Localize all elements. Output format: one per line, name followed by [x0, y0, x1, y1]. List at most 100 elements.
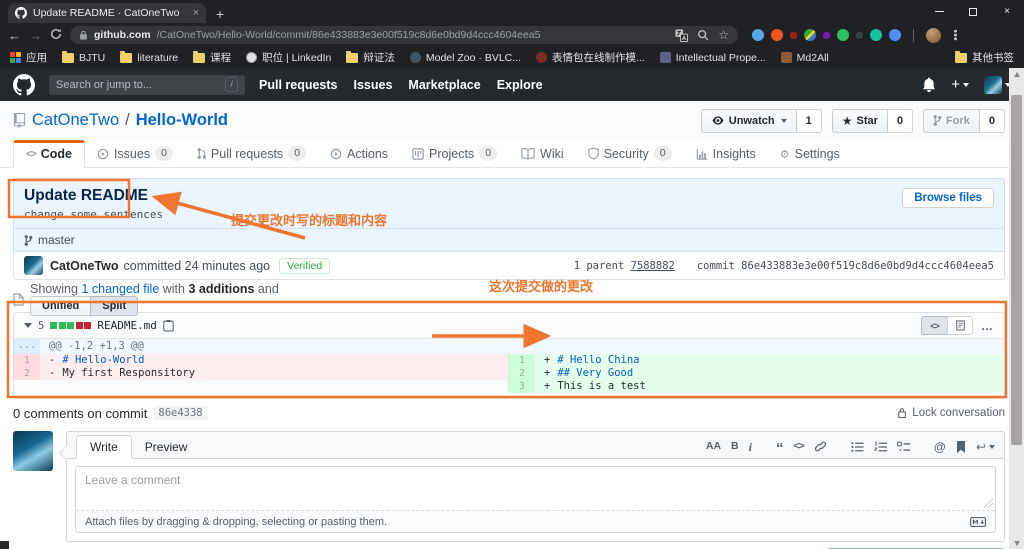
repo-name-link[interactable]: Hello-World [136, 111, 228, 130]
reload-icon[interactable] [50, 28, 62, 42]
bulleted-list-icon[interactable] [851, 441, 864, 453]
create-new-dropdown[interactable]: + [951, 77, 969, 92]
window-minimize-icon[interactable] [922, 0, 956, 23]
tab-preview[interactable]: Preview [132, 436, 201, 458]
fork-button[interactable]: Fork [923, 109, 980, 133]
tab-security[interactable]: Security0 [576, 140, 684, 167]
unwatch-button[interactable]: Unwatch [701, 109, 797, 133]
rich-diff-button[interactable] [947, 316, 973, 335]
parent-sha-link[interactable]: 7588882 [631, 260, 675, 272]
changed-file-link[interactable]: 1 changed file [81, 282, 159, 296]
new-tab-button[interactable]: + [216, 7, 224, 21]
tab-close-icon[interactable]: × [193, 7, 199, 19]
zoom-search-icon[interactable] [697, 29, 709, 41]
comment-textarea[interactable]: Leave a comment [76, 467, 995, 511]
deleted-line[interactable]: 1 -# Hello-World [14, 354, 508, 367]
italic-icon[interactable]: i [749, 441, 752, 453]
extension-icon[interactable] [804, 29, 816, 41]
added-line[interactable]: 2 +## Very Good [509, 367, 1004, 380]
link-icon[interactable] [814, 440, 827, 453]
scroll-up-icon[interactable] [1009, 68, 1024, 80]
bookmark-item[interactable]: 表情包在线制作模... [536, 50, 645, 65]
back-icon[interactable]: ← [8, 29, 21, 42]
scrollbar-thumb[interactable] [1011, 95, 1022, 445]
task-list-icon[interactable] [897, 441, 910, 453]
window-maximize-icon[interactable] [956, 0, 990, 23]
bookmark-item[interactable]: literature [120, 52, 178, 64]
tab-code[interactable]: <> Code [13, 140, 85, 168]
star-button[interactable]: ★ Star [832, 109, 888, 133]
star-count[interactable]: 0 [888, 109, 913, 133]
added-line[interactable]: 1 +# Hello China [509, 354, 1004, 367]
watch-count[interactable]: 1 [797, 109, 822, 133]
extension-icon[interactable] [856, 32, 863, 39]
translate-icon[interactable] [675, 29, 688, 42]
browse-files-button[interactable]: Browse files [902, 188, 994, 208]
verified-badge[interactable]: Verified [279, 258, 330, 274]
extension-icon[interactable] [889, 29, 901, 41]
numbered-list-icon[interactable] [874, 441, 887, 453]
tab-settings[interactable]: ⚙ Settings [768, 141, 852, 167]
attach-files-bar[interactable]: Attach files by dragging & dropping, sel… [76, 511, 995, 532]
fork-count[interactable]: 0 [980, 109, 1005, 133]
diff-options-kebab-icon[interactable]: … [981, 319, 994, 333]
extension-icon[interactable] [837, 29, 849, 41]
window-close-icon[interactable]: × [990, 0, 1024, 23]
bookmark-item[interactable]: Intellectual Prope... [660, 52, 766, 64]
branch-name[interactable]: master [38, 233, 75, 247]
bookmark-item[interactable]: BJTU [62, 52, 105, 64]
bookmark-apps[interactable]: 应用 [10, 50, 47, 65]
page-scrollbar[interactable] [1009, 68, 1024, 549]
bookmark-item[interactable]: Model Zoo · BVLC... [410, 52, 521, 64]
source-diff-button[interactable]: <> [921, 316, 947, 335]
expand-hunk-gutter[interactable]: ... [14, 339, 40, 354]
bookmark-item[interactable]: 辩证法 [346, 50, 395, 65]
nav-issues[interactable]: Issues [354, 78, 393, 92]
browser-profile-avatar[interactable] [926, 28, 941, 43]
bookmark-item[interactable]: 职位 | LinkedIn [246, 50, 331, 65]
user-menu[interactable] [984, 76, 1011, 94]
extension-icon[interactable] [771, 29, 783, 41]
forward-icon[interactable]: → [29, 29, 42, 42]
diff-filename[interactable]: README.md [97, 319, 157, 332]
quote-icon[interactable]: “ [776, 446, 784, 452]
deleted-line[interactable]: 2 -My first Responsitory [14, 367, 508, 380]
split-view-button[interactable]: Split [90, 296, 138, 316]
saved-replies-icon[interactable] [956, 441, 966, 453]
author-avatar[interactable] [24, 256, 43, 275]
tab-projects[interactable]: Projects0 [400, 140, 509, 167]
tab-write[interactable]: Write [76, 435, 132, 459]
collapse-chevron-icon[interactable] [24, 323, 32, 328]
nav-pull-requests[interactable]: Pull requests [259, 78, 338, 92]
unified-view-button[interactable]: Unified [30, 296, 90, 316]
tab-wiki[interactable]: Wiki [509, 141, 576, 167]
resize-handle[interactable] [984, 499, 993, 508]
bookmark-item[interactable]: 课程 [193, 50, 231, 65]
extension-icon[interactable] [752, 29, 764, 41]
notifications-bell-icon[interactable] [922, 77, 936, 92]
browser-menu-icon[interactable]: ••• [949, 29, 961, 41]
bookmark-item[interactable]: Md2All [781, 52, 829, 64]
browser-tab[interactable]: Update README · CatOneTwo × [8, 3, 206, 23]
github-logo[interactable] [13, 74, 35, 96]
other-bookmarks[interactable]: 其他书签 [955, 50, 1014, 65]
repo-owner-link[interactable]: CatOneTwo [32, 111, 119, 130]
author-name[interactable]: CatOneTwo [50, 259, 119, 273]
nav-marketplace[interactable]: Marketplace [408, 78, 480, 92]
tab-issues[interactable]: Issues0 [85, 140, 185, 167]
bookmark-star-icon[interactable]: ☆ [718, 28, 729, 42]
reply-icon[interactable]: ↩ [976, 441, 995, 453]
text-size-icon[interactable]: AA [706, 441, 721, 452]
copy-path-icon[interactable] [163, 319, 174, 332]
url-omnibox[interactable]: github.com/CatOneTwo/Hello-World/commit/… [70, 26, 738, 44]
mention-icon[interactable]: @ [934, 441, 946, 453]
lock-conversation[interactable]: Lock conversation [897, 407, 1005, 419]
code-icon[interactable]: <> [793, 441, 803, 452]
tab-pull-requests[interactable]: Pull requests0 [185, 140, 318, 167]
extension-icon[interactable] [823, 32, 830, 39]
nav-explore[interactable]: Explore [497, 78, 543, 92]
tab-actions[interactable]: Actions [318, 141, 400, 167]
added-line[interactable]: 3 +This is a test [509, 380, 1004, 393]
extension-icon[interactable] [790, 32, 797, 39]
bold-icon[interactable]: B [731, 441, 739, 452]
